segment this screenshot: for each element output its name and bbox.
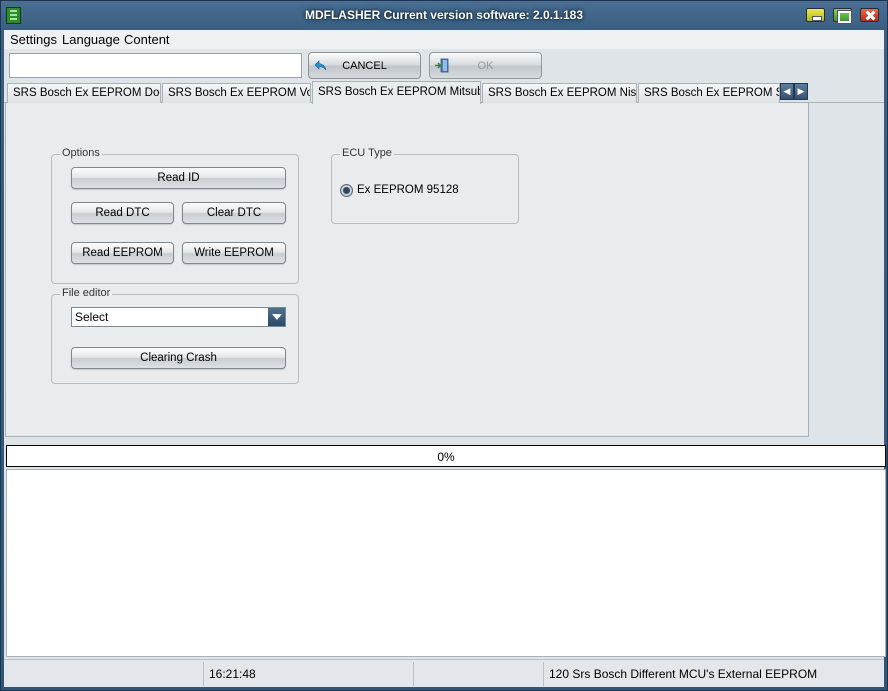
write-eeprom-button[interactable]: Write EEPROM [182, 242, 286, 264]
window-title: MDFLASHER Current version software: 2.0.… [304, 8, 584, 22]
read-eeprom-button[interactable]: Read EEPROM [71, 242, 174, 264]
menu-bar: Settings Language Content [4, 30, 884, 49]
tab-label: SRS Bosch Ex EEPROM Subaru [644, 87, 779, 99]
file-editor-select-value: Select [75, 310, 109, 324]
ecu-type-group: ECU Type Ex EEPROM 95128 [331, 147, 519, 224]
progress-bar: 0% [6, 445, 886, 467]
status-time: 16:21:48 [204, 662, 414, 686]
read-eeprom-label: Read EEPROM [82, 247, 163, 259]
cancel-button[interactable]: CANCEL [308, 52, 421, 79]
menu-settings[interactable]: Settings [10, 32, 57, 47]
menu-language[interactable]: Language [62, 32, 120, 47]
client-area: Settings Language Content CANCEL OK SRS … [4, 30, 886, 687]
file-editor-group: File editor Select Clearing Crash [51, 287, 299, 384]
ecu-type-radio[interactable] [340, 184, 353, 197]
tab-mitsubishi[interactable]: SRS Bosch Ex EEPROM Mitsubishi [312, 81, 481, 104]
tab-subaru[interactable]: SRS Bosch Ex EEPROM Subaru [638, 83, 780, 103]
status-cell-empty [4, 662, 204, 686]
minimize-button[interactable] [806, 8, 825, 22]
read-id-label: Read ID [157, 172, 200, 184]
tab-label: SRS Bosch Ex EEPROM Mitsubishi [318, 86, 480, 98]
status-cell-empty [414, 662, 544, 686]
read-dtc-button[interactable]: Read DTC [71, 202, 174, 224]
read-id-button[interactable]: Read ID [71, 167, 286, 189]
ecu-type-radio-label[interactable]: Ex EEPROM 95128 [357, 184, 459, 196]
title-bar[interactable]: MDFLASHER Current version software: 2.0.… [1, 1, 887, 31]
tab-label: SRS Bosch Ex EEPROM Dodge [13, 87, 160, 99]
tab-volvo[interactable]: SRS Bosch Ex EEPROM Volvo [162, 83, 311, 103]
clear-dtc-button[interactable]: Clear DTC [182, 202, 286, 224]
status-description: 120 Srs Bosch Different MCU's External E… [544, 662, 884, 686]
toolbar-text-field[interactable] [9, 53, 302, 78]
status-description-text: 120 Srs Bosch Different MCU's External E… [549, 667, 818, 681]
tab-scroll-left-icon[interactable]: ◀ [780, 83, 794, 100]
tab-label: SRS Bosch Ex EEPROM Nissan [488, 87, 637, 99]
maximize-button[interactable] [833, 8, 852, 23]
tab-dodge[interactable]: SRS Bosch Ex EEPROM Dodge [7, 83, 161, 103]
file-editor-group-title: File editor [60, 287, 113, 299]
options-group-title: Options [60, 147, 102, 159]
status-bar: 16:21:48 120 Srs Bosch Different MCU's E… [4, 659, 884, 687]
status-time-text: 16:21:48 [209, 667, 256, 681]
tab-nissan[interactable]: SRS Bosch Ex EEPROM Nissan [482, 83, 637, 103]
tab-scroll-right-icon[interactable]: ▶ [794, 83, 808, 100]
clearing-crash-button[interactable]: Clearing Crash [71, 347, 286, 369]
write-eeprom-label: Write EEPROM [194, 247, 274, 259]
ok-button-label: OK [477, 60, 494, 72]
tab-panel-mitsubishi: Options Read ID Read DTC Clear DTC Read … [5, 103, 809, 437]
close-button[interactable] [860, 8, 879, 22]
chevron-down-icon[interactable] [268, 308, 285, 326]
read-dtc-label: Read DTC [95, 207, 150, 219]
clearing-crash-label: Clearing Crash [140, 352, 217, 364]
options-group: Options Read ID Read DTC Clear DTC Read … [51, 147, 299, 284]
ok-button[interactable]: OK [429, 52, 542, 79]
progress-text: 0% [437, 450, 455, 464]
ecu-type-group-title: ECU Type [340, 147, 394, 159]
cancel-button-label: CANCEL [342, 60, 387, 72]
app-window: MDFLASHER Current version software: 2.0.… [0, 0, 888, 691]
clear-dtc-label: Clear DTC [206, 207, 262, 219]
tab-label: SRS Bosch Ex EEPROM Volvo [168, 87, 310, 99]
log-output[interactable] [6, 469, 886, 657]
ecu-tab-strip: SRS Bosch Ex EEPROM Dodge SRS Bosch Ex E… [4, 81, 884, 104]
menu-content[interactable]: Content [124, 32, 170, 47]
file-editor-select[interactable]: Select [71, 307, 286, 327]
